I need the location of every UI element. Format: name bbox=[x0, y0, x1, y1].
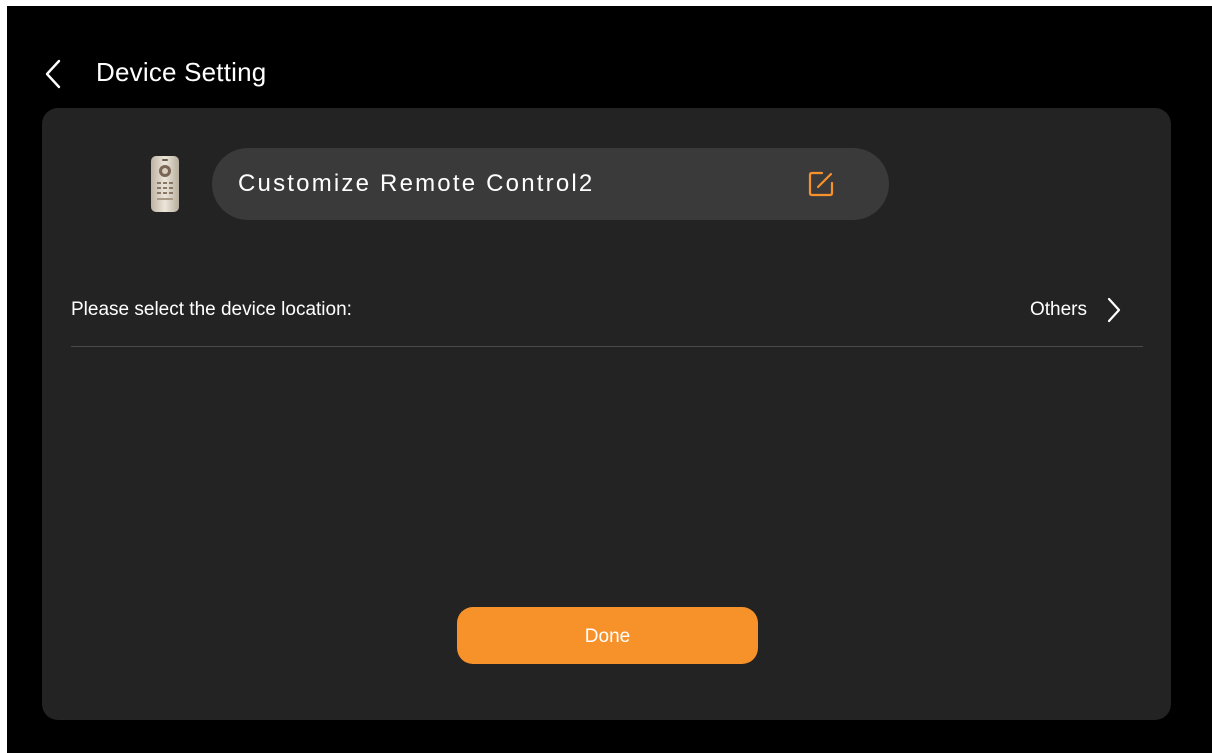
settings-card: Customize Remote Control2 Please select … bbox=[42, 108, 1171, 720]
remote-control-icon bbox=[149, 155, 181, 213]
chevron-right-icon bbox=[1107, 297, 1121, 323]
screen: Device Setting Customize Remote Control2… bbox=[7, 6, 1212, 753]
page-title: Device Setting bbox=[96, 57, 267, 87]
edit-name-button[interactable] bbox=[804, 167, 838, 201]
back-button[interactable] bbox=[35, 54, 71, 94]
done-button[interactable]: Done bbox=[457, 607, 758, 664]
device-name-field[interactable]: Customize Remote Control2 bbox=[212, 148, 889, 220]
chevron-left-icon bbox=[45, 59, 61, 89]
edit-icon bbox=[808, 171, 834, 197]
device-name: Customize Remote Control2 bbox=[238, 170, 595, 197]
location-value: Others bbox=[1029, 299, 1087, 320]
device-location-row[interactable]: Please select the device location: Other… bbox=[71, 288, 1143, 347]
header: Device Setting bbox=[7, 6, 1212, 108]
location-label: Please select the device location: bbox=[71, 299, 352, 320]
